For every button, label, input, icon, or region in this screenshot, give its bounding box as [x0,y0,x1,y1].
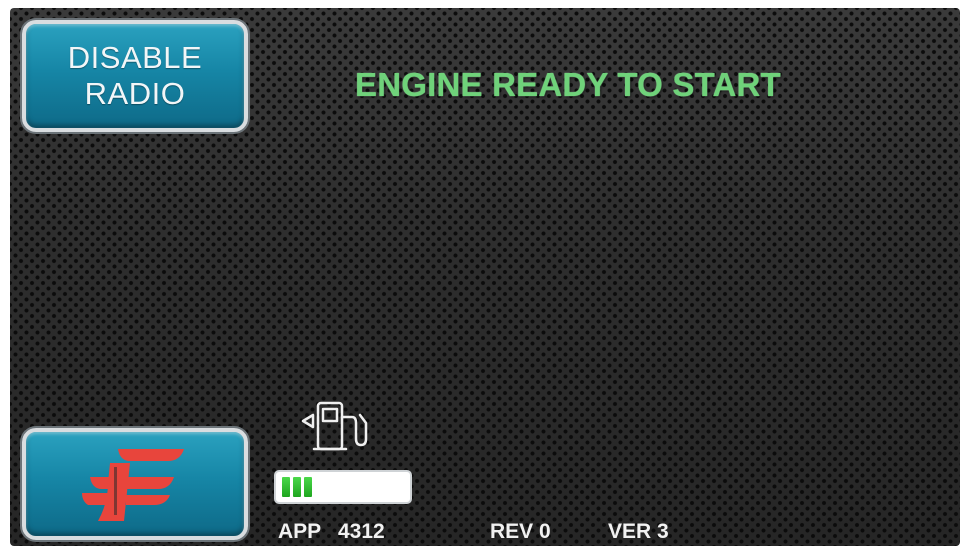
engine-status-message: ENGINE READY TO START [355,66,781,103]
brand-f-logo-icon [82,449,184,521]
app-label: APP [278,520,322,543]
fuel-level-gauge [274,470,412,504]
brand-logo-button[interactable] [22,428,248,540]
app-number: 4312 [338,520,385,543]
fuel-level-fill [282,477,404,497]
display-screen: DISABLE RADIO ENGINE READY TO START APP … [10,8,960,546]
disable-radio-button[interactable]: DISABLE RADIO [22,20,248,132]
fuel-pump-icon [301,401,368,451]
disable-radio-label-line1: DISABLE [67,40,203,75]
disable-radio-label-line2: RADIO [84,76,186,111]
revision-label: REV 0 [490,520,551,543]
fuel-level-segment [282,477,290,497]
version-label: VER 3 [608,520,669,543]
fuel-level-segment [293,477,301,497]
fuel-level-segment [304,477,312,497]
